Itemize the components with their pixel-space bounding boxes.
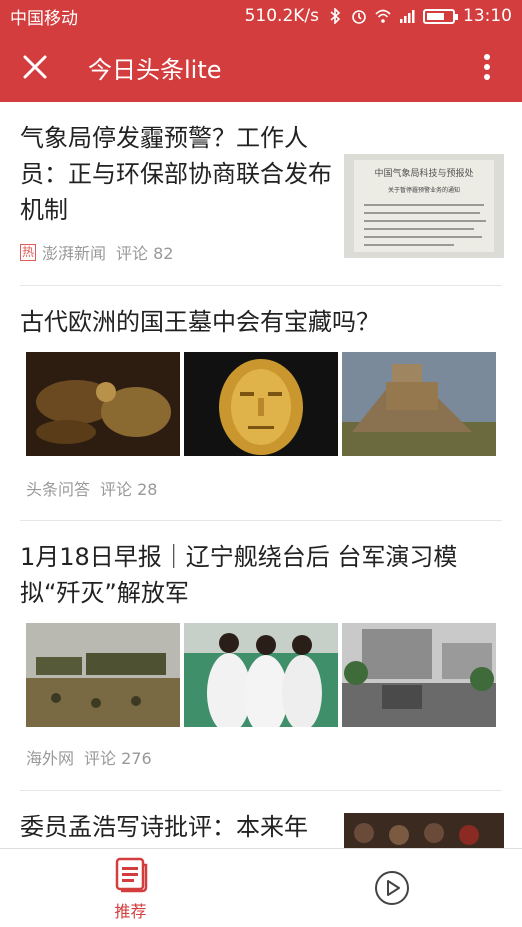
tab-label: 推荐 [114,901,147,921]
article-card[interactable]: 1月18日早报｜辽宁舰绕台后 台军演习模拟“歼灭”解放军 海外网 评论 276 [20,521,502,791]
article-image-row [26,352,496,456]
comment-count: 评论 82 [116,244,174,263]
article-card[interactable]: 气象局停发霾预警？工作人员：正与环保部协商联合发布机制 中国气象局科技与预报处 … [20,102,504,286]
castle-photo[interactable] [342,352,496,456]
more-options-button[interactable] [452,32,522,102]
battery-icon [423,8,458,24]
article-title[interactable]: 委员孟浩写诗批评：本来年 [20,809,308,845]
article-meta: 海外网 评论 276 [26,745,152,769]
news-icon [115,857,147,892]
article-card[interactable]: 古代欧洲的国王墓中会有宝藏吗？ 头条问答 评论 28 [20,286,502,521]
hot-badge: 热 [20,243,37,261]
article-source: 头条问答 [26,480,91,499]
video-play-icon [374,871,409,905]
clock: 13:10 [463,6,512,26]
tab-video[interactable] [261,849,522,927]
street-scene-photo[interactable] [342,623,496,727]
students-photo[interactable] [184,623,338,727]
golden-mask-photo[interactable] [184,352,338,456]
bottom-tab-bar: 推荐 [0,848,522,927]
article-thumbnail[interactable]: 中国气象局科技与预报处 关于暂停霾预警业务的通知 [344,154,504,258]
military-drill-photo[interactable] [26,623,180,727]
news-feed[interactable]: 气象局停发霾预警？工作人员：正与环保部协商联合发布机制 中国气象局科技与预报处 … [0,102,522,848]
battery-level [427,12,444,20]
tab-recommend[interactable]: 推荐 [0,849,261,927]
article-title[interactable]: 古代欧洲的国王墓中会有宝藏吗？ [20,304,380,340]
net-speed: 510.2K/s [244,6,319,26]
article-thumbnail[interactable] [344,813,504,848]
comment-count: 评论 28 [100,480,158,499]
article-card[interactable]: 委员孟浩写诗批评：本来年 [20,791,504,848]
article-title[interactable]: 气象局停发霾预警？工作人员：正与环保部协商联合发布机制 [20,120,340,228]
bluetooth-icon [330,8,341,24]
signal-icon [400,10,415,23]
thumb-subheading: 关于暂停霾预警业务的通知 [388,186,460,194]
article-source: 海外网 [26,749,75,768]
wifi-icon [375,9,391,23]
article-source: 澎湃新闻 [42,244,107,263]
close-icon [23,55,47,79]
carrier-name: 中国移动 [10,8,78,29]
comment-count: 评论 276 [84,749,152,768]
thumb-heading: 中国气象局科技与预报处 [374,167,473,179]
article-meta: 热 澎湃新闻 评论 82 [20,240,173,264]
article-meta: 头条问答 评论 28 [26,476,157,500]
article-title[interactable]: 1月18日早报｜辽宁舰绕台后 台军演习模拟“歼灭”解放军 [20,539,500,611]
more-vertical-icon [484,54,490,80]
treasure-photo[interactable] [26,352,180,456]
app-title: 今日头条lite [88,55,222,84]
close-button[interactable] [0,32,70,102]
app-header: 今日头条lite [0,32,522,102]
status-bar: 中国移动 510.2K/s 13:10 [0,0,522,32]
article-image-row [26,623,496,727]
status-icons: 510.2K/s 13:10 [245,6,512,26]
alarm-icon [352,10,366,24]
